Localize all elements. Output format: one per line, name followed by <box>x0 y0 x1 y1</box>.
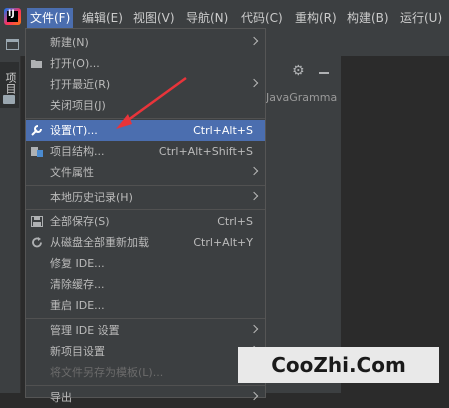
watermark: CooZhi.Com <box>238 347 439 383</box>
arrow-shaft <box>123 76 187 125</box>
annotation-arrow <box>116 76 187 129</box>
chevron-right-icon <box>249 391 259 401</box>
arrow-head <box>116 114 132 129</box>
